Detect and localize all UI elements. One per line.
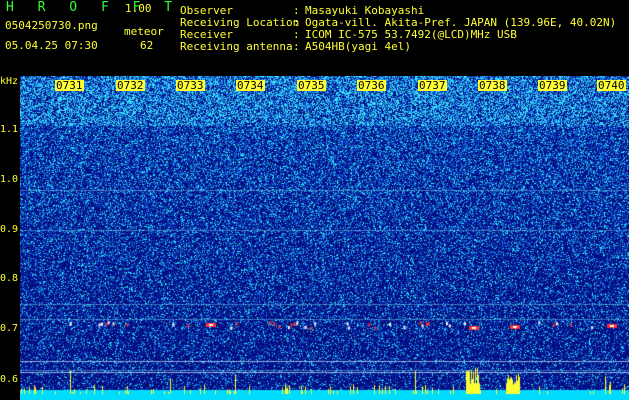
detector-count: 62 [140,39,154,52]
x-tick-label: 0733 [176,79,205,92]
y-tick-label: 0.7 [0,323,19,334]
x-tick-label: 0736 [357,79,386,92]
y-tick-label: 0.8 [0,273,19,284]
y-unit-label: kHz [0,76,19,87]
x-tick-label: 0735 [297,79,326,92]
info-value: A504HB(yagi 4el) [305,40,411,53]
x-tick-label: 0734 [236,79,265,92]
x-tick-label: 0739 [538,79,567,92]
header-panel: H R O F F T 1.00 0504250730.png 05.04.25… [0,0,629,74]
detector-label: meteor [124,25,164,38]
y-tick-label: 0.6 [0,374,19,385]
app-version: 1.00 [125,2,152,15]
x-tick-label: 0740 [597,79,626,92]
spectrogram-canvas [20,76,629,400]
date-time: 05.04.25 07:30 [5,39,98,52]
x-tick-label: 0737 [418,79,447,92]
x-tick-label: 0732 [116,79,145,92]
x-tick-label: 0731 [55,79,84,92]
info-label: Receiving antenna [180,40,293,53]
y-tick-label: 0.9 [0,224,19,235]
info-sep: : [293,40,300,53]
app-logo: H R O F F T [6,0,181,15]
x-tick-label: 0738 [478,79,507,92]
file-name: 0504250730.png [5,19,98,32]
y-tick-label: 1.1 [0,124,19,135]
y-tick-label: 1.0 [0,174,19,185]
